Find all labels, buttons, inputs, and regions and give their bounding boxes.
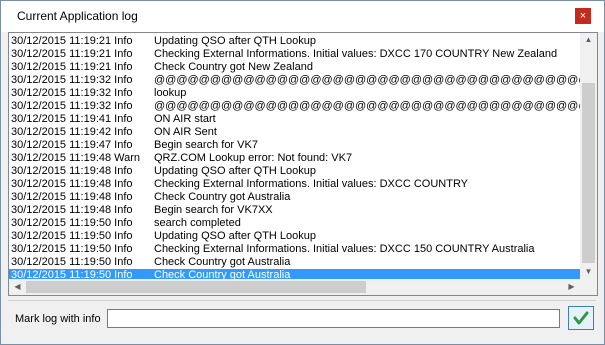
log-row-message: Updating QSO after QTH Lookup: [154, 35, 317, 47]
log-row-message: Check Country got Australia: [154, 256, 291, 268]
log-row-message: Check Country got Australia: [154, 269, 291, 279]
log-row[interactable]: 30/12/2015 11:19:47 Info Begin search for…: [9, 139, 580, 152]
log-row[interactable]: 30/12/2015 11:19:48 Info Begin search for…: [9, 204, 580, 217]
log-row-date: 30/12/2015 11:19:42 Info: [11, 126, 133, 138]
log-row-date: 30/12/2015 11:19:48 Info: [11, 191, 133, 203]
log-row-message: Checking External Informations. Initial …: [154, 243, 535, 255]
log-row-message: Begin search for VK7XX: [154, 204, 273, 216]
log-row-date: 30/12/2015 11:19:50 Info: [11, 243, 133, 255]
vertical-scrollbar[interactable]: ▲ ▼: [580, 33, 597, 279]
window-title: Current Application log: [17, 9, 138, 23]
checkmark-icon: [573, 311, 589, 325]
scroll-down-icon[interactable]: ▼: [580, 267, 597, 276]
log-row[interactable]: 30/12/2015 11:19:41 Info ON AIR start: [9, 113, 580, 126]
log-row-date: 30/12/2015 11:19:48 Info: [11, 165, 133, 177]
scroll-left-icon[interactable]: ◀: [9, 282, 26, 291]
log-row-date: 30/12/2015 11:19:47 Info: [11, 139, 133, 151]
horizontal-scrollbar[interactable]: ◀ ▶: [9, 279, 580, 295]
log-row-message: lookup: [154, 87, 187, 99]
log-row[interactable]: 30/12/2015 11:19:48 Warn QRZ.COM Lookup …: [9, 152, 580, 165]
log-list[interactable]: 30/12/2015 11:19:21 Info Updating QSO aft…: [8, 32, 598, 296]
log-row-date: 30/12/2015 11:19:32 Info: [11, 100, 133, 112]
log-row-message: ON AIR start: [154, 113, 216, 125]
scroll-right-icon[interactable]: ▶: [563, 282, 580, 291]
log-row-date: 30/12/2015 11:19:50 Info: [11, 230, 133, 242]
log-row-date: 30/12/2015 11:19:21 Info: [11, 35, 133, 47]
log-row-date: 30/12/2015 11:19:48 Warn: [11, 152, 141, 164]
log-row-date: 30/12/2015 11:19:21 Info: [11, 61, 133, 73]
log-row[interactable]: 30/12/2015 11:19:50 Info Check Country go…: [9, 269, 580, 279]
log-row[interactable]: 30/12/2015 11:19:32 Info @@@@@@@@@@@@@@@@…: [9, 74, 580, 87]
log-row[interactable]: 30/12/2015 11:19:21 Info Check Country go…: [9, 61, 580, 74]
scroll-up-icon[interactable]: ▲: [580, 35, 597, 44]
log-row-message: QRZ.COM Lookup error: Not found: VK7: [154, 152, 353, 164]
log-row-message: Checking External Informations. Initial …: [154, 178, 469, 190]
log-row-message: Begin search for VK7: [154, 139, 258, 151]
log-row[interactable]: 30/12/2015 11:19:50 Info Updating QSO aft…: [9, 230, 580, 243]
horizontal-scroll-thumb[interactable]: [26, 281, 366, 293]
log-row[interactable]: 30/12/2015 11:19:48 Info Updating QSO aft…: [9, 165, 580, 178]
log-row[interactable]: 30/12/2015 11:19:21 Info Updating QSO aft…: [9, 35, 580, 48]
scrollbar-corner: [580, 279, 597, 295]
log-row-date: 30/12/2015 11:19:41 Info: [11, 113, 133, 125]
log-row-message: ON AIR Sent: [154, 126, 217, 138]
log-row-date: 30/12/2015 11:19:50 Info: [11, 269, 133, 279]
log-row[interactable]: 30/12/2015 11:19:50 Info search completed: [9, 217, 580, 230]
mark-log-label: Mark log with info: [15, 313, 101, 325]
log-row[interactable]: 30/12/2015 11:19:32 Info @@@@@@@@@@@@@@@@…: [9, 100, 580, 113]
vertical-scroll-thumb[interactable]: [582, 83, 595, 263]
log-row[interactable]: 30/12/2015 11:19:48 Info Check Country go…: [9, 191, 580, 204]
log-row-message: Check Country got New Zealand: [154, 61, 313, 73]
log-row[interactable]: 30/12/2015 11:19:21 Info Checking Externa…: [9, 48, 580, 61]
log-row[interactable]: 30/12/2015 11:19:50 Info Checking Externa…: [9, 243, 580, 256]
divider: [8, 300, 596, 301]
log-row-message: Checking External Informations. Initial …: [154, 48, 558, 60]
log-row-date: 30/12/2015 11:19:21 Info: [11, 48, 133, 60]
log-window: Current Application log × 30/12/2015 11:…: [0, 0, 605, 345]
close-button[interactable]: ×: [575, 8, 591, 24]
log-row[interactable]: 30/12/2015 11:19:48 Info Checking Externa…: [9, 178, 580, 191]
log-row[interactable]: 30/12/2015 11:19:42 Info ON AIR Sent: [9, 126, 580, 139]
log-row-message: Updating QSO after QTH Lookup: [154, 165, 317, 177]
log-row-date: 30/12/2015 11:19:48 Info: [11, 204, 133, 216]
log-row-date: 30/12/2015 11:19:32 Info: [11, 74, 133, 86]
log-row-message: Updating QSO after QTH Lookup: [154, 230, 317, 242]
mark-log-input[interactable]: [107, 309, 560, 328]
log-row-message: @@@@@@@@@@@@@@@@@@@@@@@@@@@@@@@@@@@@@@@@…: [154, 74, 580, 86]
log-row-date: 30/12/2015 11:19:48 Info: [11, 178, 133, 190]
log-row-date: 30/12/2015 11:19:50 Info: [11, 217, 133, 229]
title-bar: Current Application log ×: [1, 1, 604, 32]
log-row-message: @@@@@@@@@@@@@@@@@@@@@@@@@@@@@@@@@@@@@@@@…: [154, 100, 580, 112]
log-row[interactable]: 30/12/2015 11:19:50 Info Check Country go…: [9, 256, 580, 269]
log-row-date: 30/12/2015 11:19:32 Info: [11, 87, 133, 99]
confirm-button[interactable]: [568, 306, 594, 330]
log-row[interactable]: 30/12/2015 11:19:32 Info lookup: [9, 87, 580, 100]
log-rows: 30/12/2015 11:19:21 Info Updating QSO aft…: [9, 33, 580, 279]
log-row-message: search completed: [154, 217, 241, 229]
log-row-message: Check Country got Australia: [154, 191, 291, 203]
log-row-date: 30/12/2015 11:19:50 Info: [11, 256, 133, 268]
